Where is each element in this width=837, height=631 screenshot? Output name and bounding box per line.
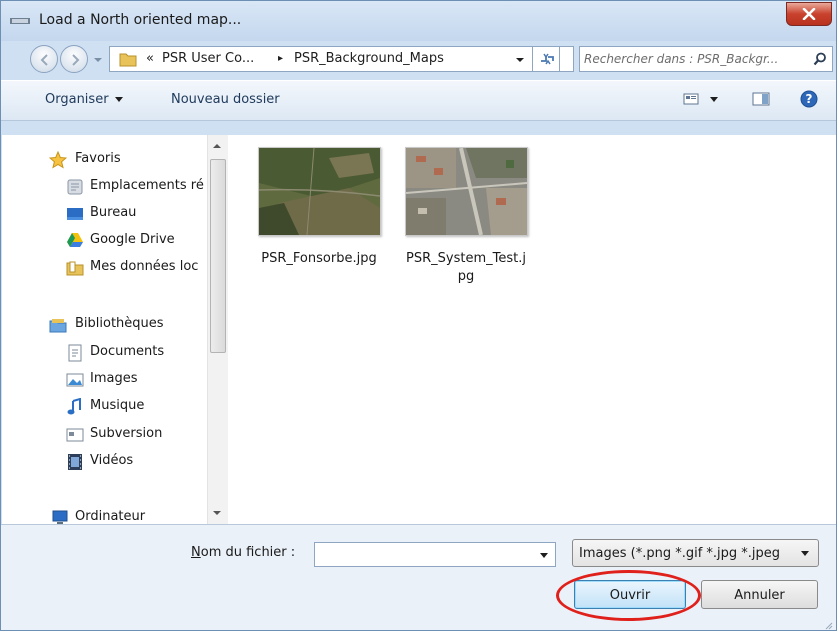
- filename-combobox[interactable]: [314, 542, 556, 567]
- desktop-icon: [67, 208, 83, 220]
- help-icon[interactable]: ?: [800, 90, 818, 108]
- nav-item-favoris[interactable]: Favoris: [2, 148, 207, 172]
- file-item-psr-fonsorbe[interactable]: PSR_Fonsorbe.jpg: [257, 147, 381, 268]
- forward-button[interactable]: [60, 45, 88, 73]
- filename-dropdown-icon[interactable]: [540, 553, 548, 558]
- libraries-icon: [49, 319, 67, 333]
- nav-item-bureau[interactable]: Bureau: [2, 202, 207, 226]
- refresh-button[interactable]: [532, 46, 560, 72]
- file-type-filter-value: Images (*.png *.gif *.jpg *.jpeg: [579, 546, 781, 561]
- address-row: « PSR User Co... ▸ PSR_Background_Maps: [1, 41, 836, 77]
- address-bar[interactable]: « PSR User Co... ▸ PSR_Background_Maps: [109, 46, 574, 72]
- nav-item-label: Documents: [90, 344, 165, 359]
- navigation-scrollbar[interactable]: [207, 135, 228, 524]
- preview-pane-icon[interactable]: [751, 91, 771, 107]
- nav-item-label: Google Drive: [90, 232, 175, 247]
- folder-icon: [119, 53, 137, 67]
- nav-item-bibliotheques[interactable]: Bibliothèques: [2, 313, 207, 337]
- back-button[interactable]: [30, 45, 58, 73]
- filename-input[interactable]: [317, 546, 517, 563]
- resize-grip-icon[interactable]: [823, 620, 833, 630]
- nav-item-label: Subversion: [90, 426, 163, 441]
- documents-icon: [68, 344, 82, 362]
- nav-item-mes-donnees-locales[interactable]: Mes données loc: [2, 256, 207, 280]
- view-options-icon[interactable]: [682, 91, 702, 107]
- navigation-pane: Favoris Emplacements ré Bureau Google Dr…: [2, 135, 207, 524]
- filename-label-accesskey: N: [191, 545, 201, 560]
- aerial-map-thumbnail: [404, 147, 528, 236]
- view-dropdown-icon[interactable]: [709, 96, 719, 104]
- star-icon: [49, 151, 67, 169]
- nav-item-label: Vidéos: [90, 453, 134, 468]
- cancel-button[interactable]: Annuler: [701, 580, 818, 609]
- refresh-icon: [541, 53, 554, 65]
- nav-item-label: Emplacements ré: [90, 178, 204, 193]
- videos-icon: [68, 454, 82, 470]
- nav-item-videos[interactable]: Vidéos: [2, 450, 207, 474]
- aerial-map-thumbnail: [257, 147, 381, 236]
- file-name: PSR_System_Test.jpg: [406, 251, 526, 284]
- filename-label: Nom du fichier :: [191, 545, 295, 560]
- images-icon: [66, 373, 84, 387]
- file-item-psr-system-test[interactable]: PSR_System_Test.jpg: [404, 147, 528, 286]
- nav-item-subversion[interactable]: Subversion: [2, 423, 207, 447]
- scroll-up-icon[interactable]: [213, 144, 221, 148]
- nav-item-ordinateur[interactable]: Ordinateur: [2, 506, 207, 524]
- nav-item-google-drive[interactable]: Google Drive: [2, 229, 207, 253]
- nav-item-emplacements-recents[interactable]: Emplacements ré: [2, 175, 207, 199]
- window-title: Load a North oriented map...: [39, 12, 242, 28]
- subversion-icon: [66, 428, 84, 442]
- file-type-filter[interactable]: Images (*.png *.gif *.jpg *.jpeg: [572, 539, 819, 567]
- nav-item-label: Mes données loc: [90, 259, 199, 274]
- back-arrow-icon: [40, 54, 48, 66]
- close-button[interactable]: [786, 2, 832, 26]
- breadcrumb-overflow[interactable]: «: [146, 51, 154, 66]
- file-open-dialog: Load a North oriented map... « PSR User …: [0, 0, 837, 631]
- folder-icon: [66, 261, 84, 276]
- search-icon[interactable]: [813, 52, 827, 66]
- scroll-down-icon[interactable]: [213, 511, 221, 515]
- breadcrumb-psr-user-co[interactable]: PSR User Co...: [162, 51, 254, 66]
- nav-item-label: Ordinateur: [75, 509, 146, 524]
- search-input[interactable]: [584, 50, 802, 68]
- google-drive-icon: [67, 233, 83, 247]
- chevron-down-icon: [114, 97, 123, 102]
- address-dropdown-icon[interactable]: [515, 56, 525, 64]
- new-folder-button[interactable]: Nouveau dossier: [171, 92, 280, 107]
- title-bar[interactable]: Load a North oriented map...: [1, 1, 836, 41]
- app-icon: [10, 18, 30, 24]
- file-name: PSR_Fonsorbe.jpg: [261, 251, 377, 266]
- filename-label-text: om du fichier :: [200, 545, 296, 560]
- recent-places-icon: [67, 179, 83, 195]
- file-list: PSR_Fonsorbe.jpg PSR_System_Test.jpg: [228, 135, 836, 524]
- chevron-down-icon: [801, 551, 809, 556]
- command-bar: Organiser Nouveau dossier ?: [1, 80, 836, 121]
- nav-item-label: Musique: [90, 398, 145, 413]
- bottom-panel: Nom du fichier : Images (*.png *.gif *.j…: [1, 524, 836, 630]
- organize-label: Organiser: [45, 92, 109, 107]
- music-icon: [67, 398, 81, 415]
- breadcrumb-psr-background-maps[interactable]: PSR_Background_Maps: [294, 51, 444, 66]
- nav-item-label: Favoris: [75, 151, 121, 166]
- nav-item-images[interactable]: Images: [2, 368, 207, 392]
- scrollbar-thumb[interactable]: [210, 159, 226, 353]
- nav-item-documents[interactable]: Documents: [2, 341, 207, 365]
- nav-item-label: Bureau: [90, 205, 137, 220]
- organize-menu[interactable]: Organiser: [45, 92, 123, 107]
- breadcrumb-separator[interactable]: ▸: [278, 53, 283, 64]
- recent-pages-dropdown-icon[interactable]: [93, 56, 103, 64]
- nav-item-musique[interactable]: Musique: [2, 395, 207, 419]
- svg-text:?: ?: [806, 92, 813, 106]
- open-button[interactable]: Ouvrir: [574, 580, 686, 609]
- computer-icon: [52, 510, 68, 524]
- close-icon: [802, 8, 816, 20]
- forward-arrow-icon: [72, 54, 80, 66]
- nav-item-label: Bibliothèques: [75, 316, 164, 331]
- search-box[interactable]: [579, 46, 833, 72]
- nav-item-label: Images: [90, 371, 138, 386]
